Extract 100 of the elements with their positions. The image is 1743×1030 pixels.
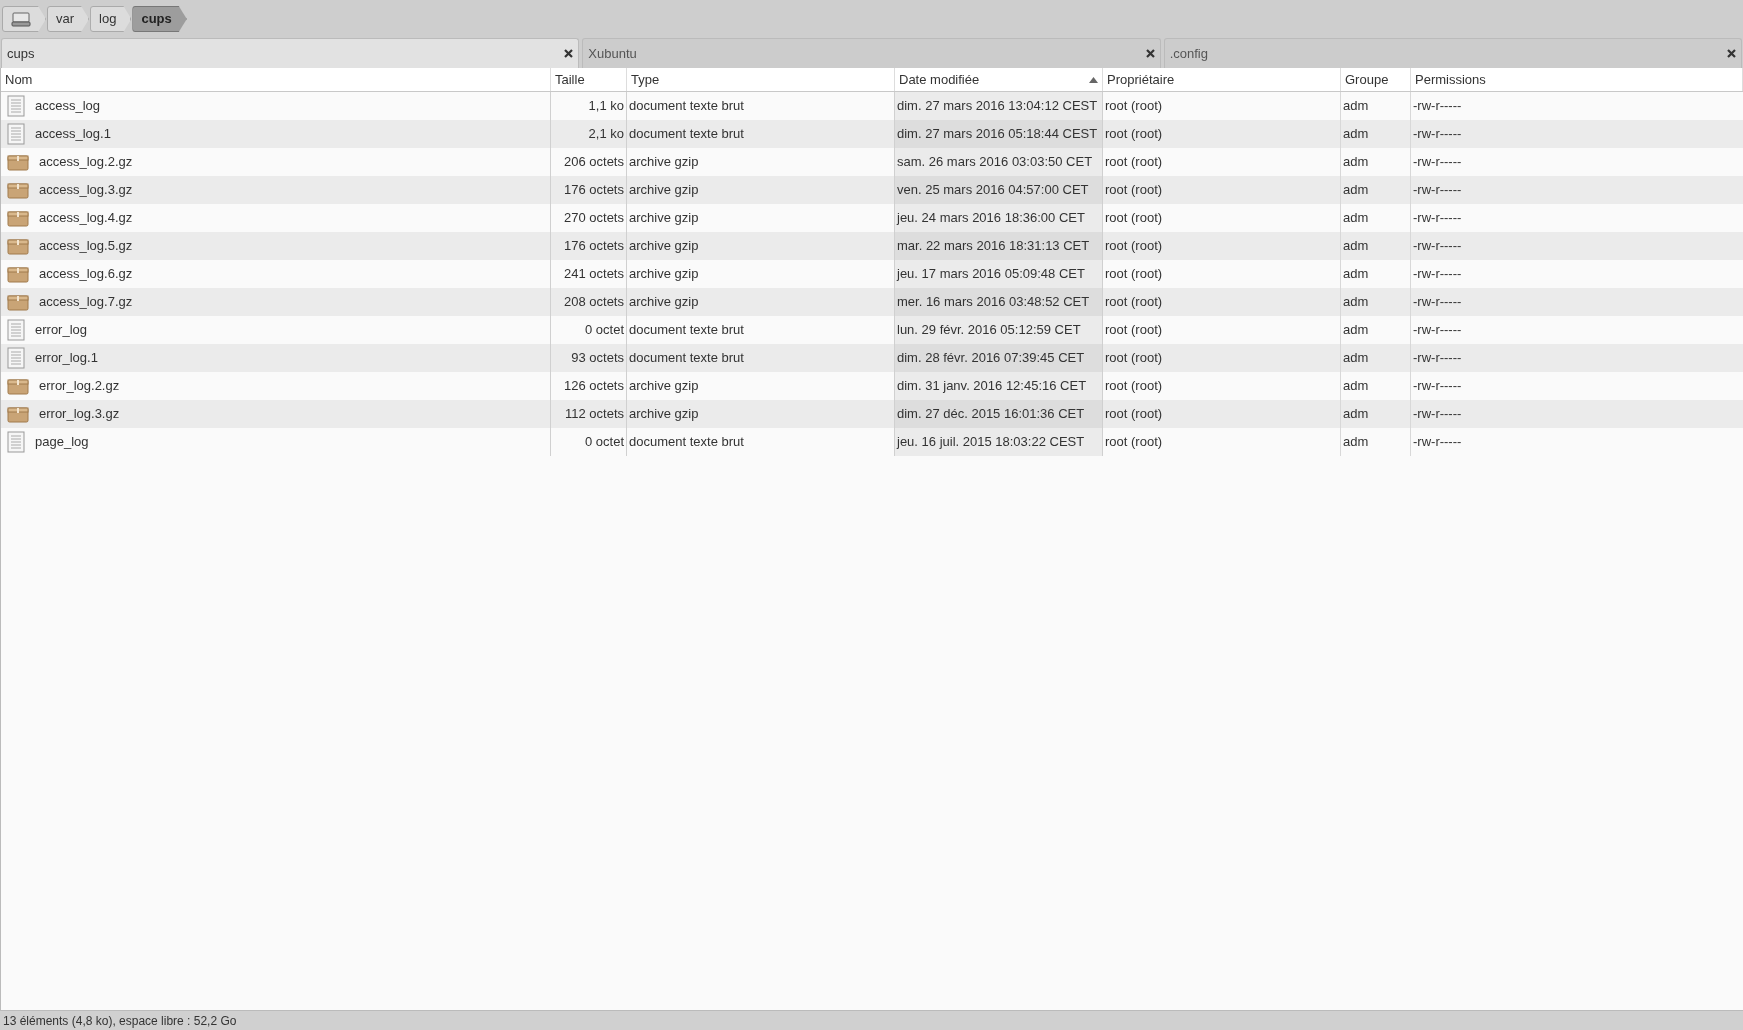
file-name[interactable]: access_log.3.gz xyxy=(39,180,133,200)
file-name[interactable]: access_log.7.gz xyxy=(39,292,133,312)
table-cell-text: 241 octets xyxy=(564,265,624,284)
close-icon[interactable] xyxy=(1145,49,1155,58)
column-header[interactable]: Permissions xyxy=(1411,68,1743,91)
box-icon xyxy=(7,181,29,199)
table-cell-text: adm xyxy=(1343,405,1369,424)
table-cell-text: root (root) xyxy=(1105,209,1163,228)
table-cell-text: -rw-r----- xyxy=(1413,349,1462,368)
table-cell-text: jeu. 17 mars 2016 05:09:48 CET xyxy=(897,265,1085,284)
table-cell-text: adm xyxy=(1343,265,1369,284)
table-cell-text: document texte brut xyxy=(629,125,744,144)
drive-crumb[interactable] xyxy=(2,6,46,32)
column-header[interactable]: Taille xyxy=(551,68,627,91)
table-cell-text: -rw-r----- xyxy=(1413,97,1462,116)
box-icon xyxy=(7,237,29,255)
path-crumb[interactable]: log xyxy=(90,6,132,32)
table-cell-text: 0 octet xyxy=(584,321,624,340)
table-cell-text: root (root) xyxy=(1105,433,1163,452)
file-name[interactable]: page_log xyxy=(35,432,89,452)
text-file-icon xyxy=(7,95,25,117)
table-cell-text: document texte brut xyxy=(629,433,744,452)
table-cell-text: root (root) xyxy=(1105,153,1163,172)
table-cell-text: dim. 27 mars 2016 05:18:44 CEST xyxy=(897,125,1098,144)
box-icon xyxy=(7,377,29,395)
path-crumb[interactable]: cups xyxy=(132,6,187,32)
table-cell-text: -rw-r----- xyxy=(1413,181,1462,200)
table-cell-text: adm xyxy=(1343,377,1369,396)
table-cell-text: mar. 22 mars 2016 18:31:13 CET xyxy=(897,237,1090,256)
table-cell-text: archive gzip xyxy=(629,209,699,228)
close-icon[interactable] xyxy=(1727,49,1736,58)
table-cell-text: -rw-r----- xyxy=(1413,293,1462,312)
table-cell-text: adm xyxy=(1343,349,1369,368)
close-icon[interactable] xyxy=(564,49,574,58)
table-cell-text: document texte brut xyxy=(629,321,744,340)
table-cell-text: root (root) xyxy=(1105,181,1163,200)
file-name[interactable]: access_log.1 xyxy=(35,124,111,144)
table-cell-text: dim. 27 mars 2016 13:04:12 CEST xyxy=(897,97,1098,116)
table-cell-text: root (root) xyxy=(1105,349,1163,368)
file-name[interactable]: access_log.5.gz xyxy=(39,236,133,256)
file-name[interactable]: access_log xyxy=(35,96,101,116)
file-name[interactable]: error_log.1 xyxy=(35,348,98,368)
tab[interactable]: .config xyxy=(1163,38,1742,68)
tab[interactable]: Xubuntu xyxy=(582,38,1161,68)
tab[interactable]: cups xyxy=(1,38,580,68)
column-header[interactable]: Nom xyxy=(1,68,551,91)
column-header[interactable]: Groupe xyxy=(1341,68,1411,91)
file-name[interactable]: access_log.6.gz xyxy=(39,264,133,284)
table-cell-text: adm xyxy=(1343,433,1369,452)
table-cell-text: root (root) xyxy=(1105,321,1163,340)
table-cell-text: 176 octets xyxy=(564,237,624,256)
box-icon xyxy=(7,209,29,227)
table-cell-text: -rw-r----- xyxy=(1413,237,1462,256)
table-cell-text: 1,1 ko xyxy=(588,97,624,116)
table-cell-text: 0 octet xyxy=(584,433,624,452)
table-cell-text: 2,1 ko xyxy=(588,125,624,144)
table-cell-text: jeu. 16 juil. 2015 18:03:22 CEST xyxy=(897,433,1085,452)
table-cell-text: -rw-r----- xyxy=(1413,209,1462,228)
file-name[interactable]: access_log.2.gz xyxy=(39,152,133,172)
table-cell-text: adm xyxy=(1343,321,1369,340)
table-cell-text: -rw-r----- xyxy=(1413,405,1462,424)
table-cell-text: adm xyxy=(1343,97,1369,116)
path-crumb[interactable]: var xyxy=(47,6,90,32)
table-cell-text: dim. 27 déc. 2015 16:01:36 CET xyxy=(897,405,1085,424)
table-cell-text: adm xyxy=(1343,125,1369,144)
table-cell-text: 206 octets xyxy=(564,153,624,172)
table-cell-text: adm xyxy=(1343,209,1369,228)
file-name[interactable]: access_log.4.gz xyxy=(39,208,133,228)
table-cell-text: -rw-r----- xyxy=(1413,153,1462,172)
table-cell-text: root (root) xyxy=(1105,125,1163,144)
box-icon xyxy=(7,153,29,171)
file-name[interactable]: error_log.3.gz xyxy=(39,404,120,424)
text-file-icon xyxy=(7,347,25,369)
table-cell-text: -rw-r----- xyxy=(1413,265,1462,284)
table-cell-text: archive gzip xyxy=(629,265,699,284)
table-cell-text: root (root) xyxy=(1105,97,1163,116)
table-cell-text: dim. 31 janv. 2016 12:45:16 CET xyxy=(897,377,1087,396)
table-cell-text: sam. 26 mars 2016 03:03:50 CET xyxy=(897,153,1093,172)
box-icon xyxy=(7,405,29,423)
column-header[interactable]: Type xyxy=(627,68,895,91)
column-header[interactable]: Date modifiée xyxy=(895,68,1103,91)
table-cell-text: archive gzip xyxy=(629,237,699,256)
table-cell-text: 176 octets xyxy=(564,181,624,200)
file-name[interactable]: error_log xyxy=(35,320,88,340)
table-cell-text: 126 octets xyxy=(564,377,624,396)
table-cell-text: -rw-r----- xyxy=(1413,433,1462,452)
table-cell-text: root (root) xyxy=(1105,405,1163,424)
text-file-icon xyxy=(7,123,25,145)
file-name[interactable]: error_log.2.gz xyxy=(39,376,120,396)
table-cell-text: -rw-r----- xyxy=(1413,321,1462,340)
table-cell-text: adm xyxy=(1343,293,1369,312)
table-cell-text: adm xyxy=(1343,181,1369,200)
table-cell-text: 270 octets xyxy=(564,209,624,228)
text-file-icon xyxy=(7,319,25,341)
table-cell-text: document texte brut xyxy=(629,97,744,116)
table-cell-text: 208 octets xyxy=(564,293,624,312)
column-header[interactable]: Propriétaire xyxy=(1103,68,1341,91)
table-cell-text: jeu. 24 mars 2016 18:36:00 CET xyxy=(897,209,1085,228)
table-cell-text: archive gzip xyxy=(629,153,699,172)
table-cell-text: root (root) xyxy=(1105,293,1163,312)
